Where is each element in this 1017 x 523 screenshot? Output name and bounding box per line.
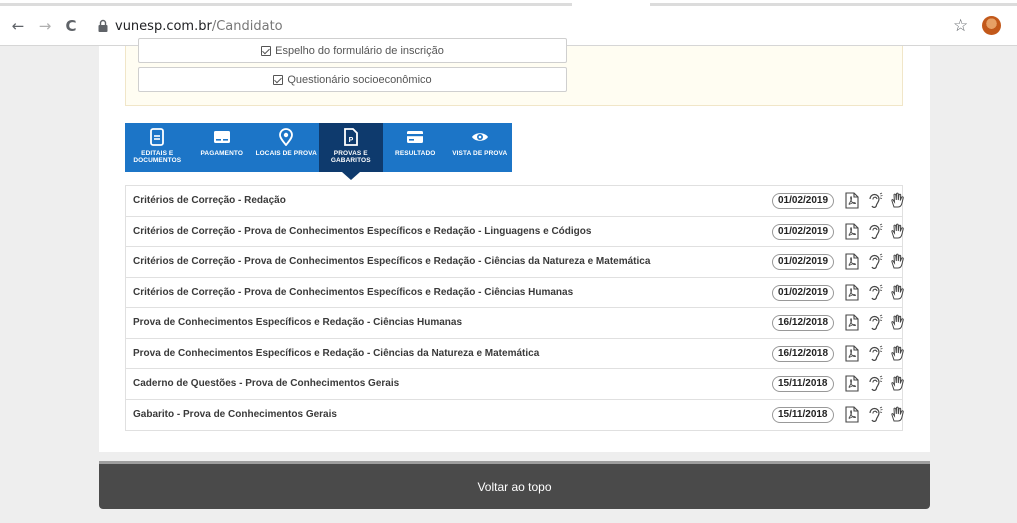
hearing-accessibility-icon[interactable] <box>867 314 883 331</box>
lock-icon <box>98 19 108 32</box>
list-item[interactable]: Prova de Conhecimentos Específicos e Red… <box>126 308 904 339</box>
pdf-icon[interactable] <box>844 314 860 331</box>
eye-icon <box>471 133 488 141</box>
pdf-file-icon: P <box>343 128 358 146</box>
back-arrow-icon[interactable]: ← <box>10 18 26 34</box>
item-actions <box>844 192 906 209</box>
documents-panel: Espelho do formulário de inscrição Quest… <box>125 38 903 106</box>
document-icon <box>150 128 165 146</box>
pdf-icon[interactable] <box>844 344 860 362</box>
profile-avatar[interactable] <box>982 16 1001 35</box>
pdf-icon[interactable] <box>844 405 860 423</box>
doc-button-label: Espelho do formulário de inscrição <box>275 44 444 57</box>
url-host: vunesp.com.br <box>115 19 212 34</box>
list-item[interactable]: Prova de Conhecimentos Específicos e Red… <box>126 339 904 369</box>
doc-button-label: Questionário socioeconômico <box>287 73 432 86</box>
sign-language-icon[interactable] <box>890 406 906 423</box>
sign-language-icon[interactable] <box>890 375 906 392</box>
date-badge: 16/12/2018 <box>772 315 835 331</box>
item-actions <box>844 344 906 362</box>
list-item[interactable]: Critérios de Correção - Prova de Conheci… <box>126 278 904 308</box>
item-title[interactable]: Prova de Conhecimentos Específicos e Red… <box>133 317 462 328</box>
item-title[interactable]: Caderno de Questões - Prova de Conhecime… <box>133 378 399 389</box>
svg-text:P: P <box>348 137 353 144</box>
date-badge: 15/11/2018 <box>772 376 834 392</box>
item-actions <box>844 283 906 301</box>
tab-provas-gabaritos[interactable]: P PROVAS E GABARITOS <box>318 123 383 180</box>
card-icon <box>407 131 424 143</box>
date-badge: 16/12/2018 <box>772 345 835 362</box>
candidate-tabs: EDITAIS E DOCUMENTOS PAGAMENTO LOCAIS DE… <box>125 123 512 180</box>
item-title[interactable]: Prova de Conhecimentos Específicos e Red… <box>133 348 539 359</box>
pdf-icon[interactable] <box>844 222 860 240</box>
tab-label: PAGAMENTO <box>200 150 244 157</box>
tab-label: EDITAIS E DOCUMENTOS <box>133 150 182 164</box>
hearing-accessibility-icon[interactable] <box>867 192 883 209</box>
bookmark-star-icon[interactable]: ☆ <box>953 16 968 36</box>
sign-language-icon[interactable] <box>890 223 906 240</box>
tab-label: VISTA DE PROVA <box>452 150 508 157</box>
tab-strip <box>0 0 1017 7</box>
sign-language-icon[interactable] <box>890 192 906 209</box>
pdf-icon[interactable] <box>844 283 860 301</box>
item-actions <box>844 314 906 331</box>
url-path: /Candidato <box>211 19 283 34</box>
item-actions <box>844 253 906 270</box>
payment-icon <box>213 131 230 143</box>
item-actions <box>844 222 906 240</box>
item-title[interactable]: Gabarito - Prova de Conhecimentos Gerais <box>133 409 337 420</box>
list-item[interactable]: Critérios de Correção - Prova de Conheci… <box>126 217 904 247</box>
item-title[interactable]: Critérios de Correção - Prova de Conheci… <box>133 287 573 298</box>
reload-icon[interactable]: C <box>63 18 79 34</box>
hearing-accessibility-icon[interactable] <box>867 253 883 270</box>
registration-form-button[interactable]: Espelho do formulário de inscrição <box>138 38 567 63</box>
list-item[interactable]: Gabarito - Prova de Conhecimentos Gerais… <box>126 400 904 431</box>
item-actions <box>844 405 906 423</box>
forward-arrow-icon[interactable]: → <box>37 18 53 34</box>
tab-vista-prova[interactable]: VISTA DE PROVA <box>447 123 512 172</box>
tab-editais-documentos[interactable]: EDITAIS E DOCUMENTOS <box>125 123 190 172</box>
back-to-top-button[interactable]: Voltar ao topo <box>99 461 930 509</box>
item-title[interactable]: Critérios de Correção - Prova de Conheci… <box>133 256 650 267</box>
address-bar[interactable]: vunesp.com.br/Candidato <box>115 19 283 34</box>
tab-locais-prova[interactable]: LOCAIS DE PROVA <box>254 123 319 172</box>
pdf-icon[interactable] <box>844 375 860 392</box>
tab-resultado[interactable]: RESULTADO <box>383 123 448 172</box>
sign-language-icon[interactable] <box>890 253 906 270</box>
date-badge: 01/02/2019 <box>772 193 835 209</box>
tab-pagamento[interactable]: PAGAMENTO <box>189 123 254 172</box>
sign-language-icon[interactable] <box>890 314 906 331</box>
date-badge: 15/11/2018 <box>772 406 834 423</box>
hearing-accessibility-icon[interactable] <box>867 375 883 392</box>
list-item[interactable]: Caderno de Questões - Prova de Conhecime… <box>126 369 904 400</box>
tab-label: RESULTADO <box>395 150 436 157</box>
date-badge: 01/02/2019 <box>772 284 835 301</box>
pdf-icon[interactable] <box>844 253 860 270</box>
menu-dots-icon[interactable]: ⋮ <box>1010 15 1017 34</box>
item-title[interactable]: Critérios de Correção - Prova de Conheci… <box>133 226 591 237</box>
hearing-accessibility-icon[interactable] <box>867 223 883 240</box>
checkbox-icon <box>273 74 284 85</box>
tab-label: PROVAS E GABARITOS <box>330 150 371 164</box>
hearing-accessibility-icon[interactable] <box>867 406 883 423</box>
sign-language-icon[interactable] <box>890 284 906 301</box>
documents-list: Critérios de Correção - Redação 01/02/20… <box>125 185 904 431</box>
item-actions <box>844 375 906 392</box>
hearing-accessibility-icon[interactable] <box>867 284 883 301</box>
tab-label: LOCAIS DE PROVA <box>255 150 317 157</box>
pdf-icon[interactable] <box>844 192 860 209</box>
item-title[interactable]: Critérios de Correção - Redação <box>133 195 286 206</box>
candidate-page: Espelho do formulário de inscrição Quest… <box>99 38 930 452</box>
checkbox-icon <box>261 45 272 56</box>
sign-language-icon[interactable] <box>890 345 906 362</box>
hearing-accessibility-icon[interactable] <box>867 345 883 362</box>
date-badge: 01/02/2019 <box>772 254 835 270</box>
socioeconomic-questionnaire-button[interactable]: Questionário socioeconômico <box>138 67 567 92</box>
list-item[interactable]: Critérios de Correção - Prova de Conheci… <box>126 247 904 278</box>
location-icon <box>279 128 294 146</box>
date-badge: 01/02/2019 <box>772 223 835 240</box>
list-item[interactable]: Critérios de Correção - Redação 01/02/20… <box>126 186 904 217</box>
